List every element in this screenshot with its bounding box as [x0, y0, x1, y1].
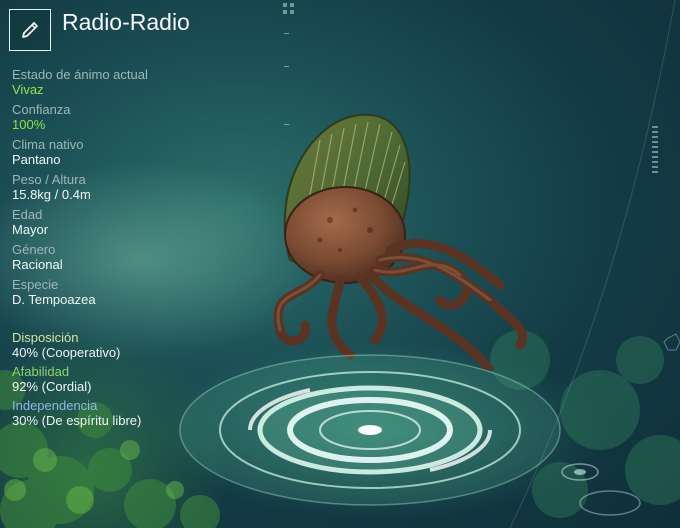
trait-label: Independencia [12, 398, 98, 413]
stat-gender: Género Racional [12, 242, 212, 273]
creature-name: Radio-Radio [62, 8, 190, 35]
stat-label: Especie [12, 277, 59, 292]
stat-weight-height: Peso / Altura 15.8kg / 0.4m [12, 172, 212, 203]
header: Radio-Radio [9, 9, 190, 51]
pencil-icon [22, 22, 38, 38]
trait-friendliness: Afabilidad 92% (Cordial) [12, 364, 232, 395]
creature-model [273, 113, 528, 370]
trait-label: Disposición [12, 330, 79, 345]
trait-value: 92% (Cordial) [12, 379, 92, 394]
stats-panel: Estado de ánimo actual Vivaz Confianza 1… [12, 67, 212, 312]
stat-label: Edad [12, 207, 43, 222]
stat-climate: Clima nativo Pantano [12, 137, 212, 168]
stat-trust: Confianza 100% [12, 102, 212, 133]
stat-age: Edad Mayor [12, 207, 212, 238]
stat-label: Género [12, 242, 56, 257]
hologram-platform [179, 354, 561, 506]
edit-name-button[interactable] [9, 9, 51, 51]
stat-label: Peso / Altura [12, 172, 86, 187]
stat-label: Estado de ánimo actual [12, 67, 148, 82]
trait-value: 30% (De espíritu libre) [12, 413, 142, 428]
trait-independence: Independencia 30% (De espíritu libre) [12, 398, 232, 429]
trait-value: 40% (Cooperativo) [12, 345, 121, 360]
stat-label: Confianza [12, 102, 71, 117]
stat-value: 15.8kg / 0.4m [12, 187, 91, 202]
stat-value: Mayor [12, 222, 49, 237]
stat-value: D. Tempoazea [12, 292, 96, 307]
trait-disposition: Disposición 40% (Cooperativo) [12, 330, 232, 361]
stat-value: 100% [12, 117, 46, 132]
stat-label: Clima nativo [12, 137, 84, 152]
traits-panel: Disposición 40% (Cooperativo) Afabilidad… [12, 330, 232, 432]
trait-label: Afabilidad [12, 364, 70, 379]
stat-species: Especie D. Tempoazea [12, 277, 212, 308]
stat-mood: Estado de ánimo actual Vivaz [12, 67, 212, 98]
stat-value: Vivaz [12, 82, 44, 97]
stat-value: Racional [12, 257, 63, 272]
stat-value: Pantano [12, 152, 61, 167]
